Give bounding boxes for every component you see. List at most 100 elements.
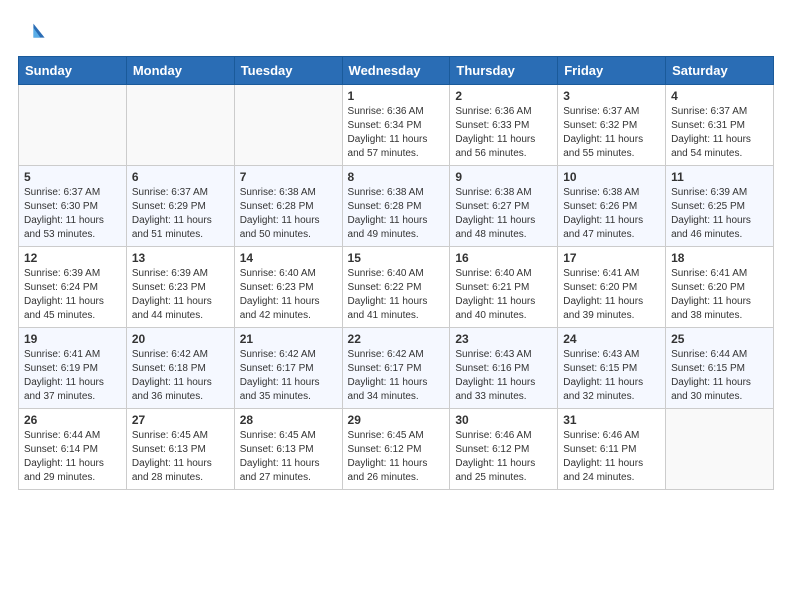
day-number: 12 — [24, 251, 121, 265]
day-info: Sunrise: 6:46 AM Sunset: 6:12 PM Dayligh… — [455, 429, 552, 485]
day-number: 21 — [240, 332, 337, 346]
day-number: 24 — [563, 332, 660, 346]
calendar-cell: 1 Sunrise: 6:36 AM Sunset: 6:34 PM Daylig… — [342, 85, 450, 166]
calendar-cell: 18 Sunrise: 6:41 AM Sunset: 6:20 PM Dayli… — [666, 247, 774, 328]
calendar-header-tuesday: Tuesday — [234, 57, 342, 85]
calendar-cell — [234, 85, 342, 166]
day-info: Sunrise: 6:42 AM Sunset: 6:18 PM Dayligh… — [132, 348, 229, 404]
day-number: 2 — [455, 89, 552, 103]
day-info: Sunrise: 6:42 AM Sunset: 6:17 PM Dayligh… — [348, 348, 445, 404]
day-info: Sunrise: 6:38 AM Sunset: 6:27 PM Dayligh… — [455, 186, 552, 242]
day-info: Sunrise: 6:38 AM Sunset: 6:28 PM Dayligh… — [348, 186, 445, 242]
day-number: 8 — [348, 170, 445, 184]
calendar-header-wednesday: Wednesday — [342, 57, 450, 85]
calendar-cell: 7 Sunrise: 6:38 AM Sunset: 6:28 PM Daylig… — [234, 166, 342, 247]
day-info: Sunrise: 6:37 AM Sunset: 6:29 PM Dayligh… — [132, 186, 229, 242]
day-info: Sunrise: 6:45 AM Sunset: 6:12 PM Dayligh… — [348, 429, 445, 485]
day-info: Sunrise: 6:38 AM Sunset: 6:26 PM Dayligh… — [563, 186, 660, 242]
day-number: 6 — [132, 170, 229, 184]
header — [18, 18, 774, 46]
calendar-cell: 28 Sunrise: 6:45 AM Sunset: 6:13 PM Dayli… — [234, 409, 342, 490]
calendar-cell: 5 Sunrise: 6:37 AM Sunset: 6:30 PM Daylig… — [19, 166, 127, 247]
calendar-cell: 20Sunrise: 6:42 AM Sunset: 6:18 PM Dayli… — [126, 328, 234, 409]
day-info: Sunrise: 6:45 AM Sunset: 6:13 PM Dayligh… — [132, 429, 229, 485]
day-number: 30 — [455, 413, 552, 427]
day-number: 17 — [563, 251, 660, 265]
day-info: Sunrise: 6:37 AM Sunset: 6:32 PM Dayligh… — [563, 105, 660, 161]
day-number: 16 — [455, 251, 552, 265]
day-info: Sunrise: 6:46 AM Sunset: 6:11 PM Dayligh… — [563, 429, 660, 485]
calendar-table: SundayMondayTuesdayWednesdayThursdayFrid… — [18, 56, 774, 490]
day-number: 23 — [455, 332, 552, 346]
day-number: 4 — [671, 89, 768, 103]
calendar-cell: 23 Sunrise: 6:43 AM Sunset: 6:16 PM Dayli… — [450, 328, 558, 409]
day-number: 18 — [671, 251, 768, 265]
logo — [18, 18, 50, 46]
calendar-cell: 14 Sunrise: 6:40 AM Sunset: 6:23 PM Dayli… — [234, 247, 342, 328]
calendar-cell — [126, 85, 234, 166]
day-info: Sunrise: 6:40 AM Sunset: 6:22 PM Dayligh… — [348, 267, 445, 323]
logo-icon — [18, 18, 46, 46]
day-info: Sunrise: 6:39 AM Sunset: 6:24 PM Dayligh… — [24, 267, 121, 323]
day-info: Sunrise: 6:36 AM Sunset: 6:34 PM Dayligh… — [348, 105, 445, 161]
day-number: 14 — [240, 251, 337, 265]
calendar-cell: 17 Sunrise: 6:41 AM Sunset: 6:20 PM Dayli… — [558, 247, 666, 328]
day-info: Sunrise: 6:44 AM Sunset: 6:14 PM Dayligh… — [24, 429, 121, 485]
calendar-week-1: 1 Sunrise: 6:36 AM Sunset: 6:34 PM Daylig… — [19, 85, 774, 166]
day-info: Sunrise: 6:41 AM Sunset: 6:19 PM Dayligh… — [24, 348, 121, 404]
day-number: 13 — [132, 251, 229, 265]
day-number: 22 — [348, 332, 445, 346]
day-number: 5 — [24, 170, 121, 184]
calendar-cell — [666, 409, 774, 490]
calendar-cell: 27 Sunrise: 6:45 AM Sunset: 6:13 PM Dayli… — [126, 409, 234, 490]
calendar-cell: 19 Sunrise: 6:41 AM Sunset: 6:19 PM Dayli… — [19, 328, 127, 409]
calendar-week-4: 19 Sunrise: 6:41 AM Sunset: 6:19 PM Dayli… — [19, 328, 774, 409]
calendar-week-5: 26 Sunrise: 6:44 AM Sunset: 6:14 PM Dayli… — [19, 409, 774, 490]
day-number: 1 — [348, 89, 445, 103]
calendar-cell: 15 Sunrise: 6:40 AM Sunset: 6:22 PM Dayli… — [342, 247, 450, 328]
day-number: 19 — [24, 332, 121, 346]
calendar-cell: 2 Sunrise: 6:36 AM Sunset: 6:33 PM Daylig… — [450, 85, 558, 166]
calendar-cell: 26 Sunrise: 6:44 AM Sunset: 6:14 PM Dayli… — [19, 409, 127, 490]
day-number: 28 — [240, 413, 337, 427]
calendar-header-sunday: Sunday — [19, 57, 127, 85]
day-number: 27 — [132, 413, 229, 427]
day-number: 15 — [348, 251, 445, 265]
day-number: 26 — [24, 413, 121, 427]
day-info: Sunrise: 6:41 AM Sunset: 6:20 PM Dayligh… — [671, 267, 768, 323]
calendar-cell: 30 Sunrise: 6:46 AM Sunset: 6:12 PM Dayli… — [450, 409, 558, 490]
calendar-cell: 13 Sunrise: 6:39 AM Sunset: 6:23 PM Dayli… — [126, 247, 234, 328]
day-number: 10 — [563, 170, 660, 184]
calendar-cell: 12 Sunrise: 6:39 AM Sunset: 6:24 PM Dayli… — [19, 247, 127, 328]
calendar-cell: 9Sunrise: 6:38 AM Sunset: 6:27 PM Daylig… — [450, 166, 558, 247]
day-info: Sunrise: 6:37 AM Sunset: 6:31 PM Dayligh… — [671, 105, 768, 161]
day-info: Sunrise: 6:40 AM Sunset: 6:23 PM Dayligh… — [240, 267, 337, 323]
day-info: Sunrise: 6:45 AM Sunset: 6:13 PM Dayligh… — [240, 429, 337, 485]
day-info: Sunrise: 6:42 AM Sunset: 6:17 PM Dayligh… — [240, 348, 337, 404]
day-number: 25 — [671, 332, 768, 346]
day-info: Sunrise: 6:39 AM Sunset: 6:25 PM Dayligh… — [671, 186, 768, 242]
day-number: 7 — [240, 170, 337, 184]
calendar-cell: 16Sunrise: 6:40 AM Sunset: 6:21 PM Dayli… — [450, 247, 558, 328]
day-number: 29 — [348, 413, 445, 427]
day-number: 3 — [563, 89, 660, 103]
calendar-cell: 31Sunrise: 6:46 AM Sunset: 6:11 PM Dayli… — [558, 409, 666, 490]
calendar-cell — [19, 85, 127, 166]
calendar-week-3: 12 Sunrise: 6:39 AM Sunset: 6:24 PM Dayli… — [19, 247, 774, 328]
calendar-cell: 4 Sunrise: 6:37 AM Sunset: 6:31 PM Daylig… — [666, 85, 774, 166]
day-info: Sunrise: 6:41 AM Sunset: 6:20 PM Dayligh… — [563, 267, 660, 323]
day-info: Sunrise: 6:43 AM Sunset: 6:15 PM Dayligh… — [563, 348, 660, 404]
calendar-cell: 24 Sunrise: 6:43 AM Sunset: 6:15 PM Dayli… — [558, 328, 666, 409]
day-info: Sunrise: 6:37 AM Sunset: 6:30 PM Dayligh… — [24, 186, 121, 242]
day-info: Sunrise: 6:44 AM Sunset: 6:15 PM Dayligh… — [671, 348, 768, 404]
calendar-cell: 3 Sunrise: 6:37 AM Sunset: 6:32 PM Daylig… — [558, 85, 666, 166]
calendar-header-friday: Friday — [558, 57, 666, 85]
day-info: Sunrise: 6:38 AM Sunset: 6:28 PM Dayligh… — [240, 186, 337, 242]
day-info: Sunrise: 6:43 AM Sunset: 6:16 PM Dayligh… — [455, 348, 552, 404]
calendar-cell: 11Sunrise: 6:39 AM Sunset: 6:25 PM Dayli… — [666, 166, 774, 247]
calendar-cell: 21 Sunrise: 6:42 AM Sunset: 6:17 PM Dayli… — [234, 328, 342, 409]
day-info: Sunrise: 6:39 AM Sunset: 6:23 PM Dayligh… — [132, 267, 229, 323]
calendar-week-2: 5 Sunrise: 6:37 AM Sunset: 6:30 PM Daylig… — [19, 166, 774, 247]
calendar-cell: 6 Sunrise: 6:37 AM Sunset: 6:29 PM Daylig… — [126, 166, 234, 247]
day-info: Sunrise: 6:36 AM Sunset: 6:33 PM Dayligh… — [455, 105, 552, 161]
